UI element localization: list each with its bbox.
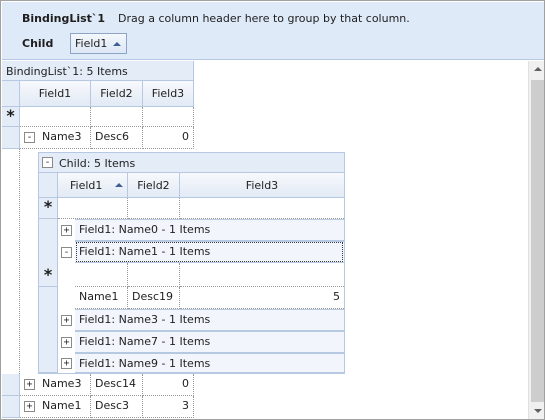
group-row-label: Field1: Name7 - 1 Items — [79, 335, 211, 348]
group-row-name0[interactable]: Field1: Name0 - 1 Items — [75, 219, 344, 241]
collapse-row-button[interactable]: - — [24, 132, 35, 143]
child-row-selector-column — [39, 219, 58, 373]
cell-text: 0 — [182, 377, 189, 390]
scrollbar-thumb[interactable] — [531, 80, 544, 402]
child-new-row-cell-field2[interactable] — [128, 198, 180, 219]
new-row-cell-field2[interactable] — [91, 107, 143, 127]
column-header-field1[interactable]: Field1 — [20, 81, 91, 107]
column-header-label: Field1 — [70, 179, 103, 192]
scroll-up-button[interactable] — [529, 61, 544, 78]
row-selector[interactable] — [2, 374, 20, 396]
scroll-down-button[interactable] — [529, 403, 544, 419]
column-header-field3[interactable]: Field3 — [143, 81, 194, 107]
table-row-cell-field3[interactable]: 5 — [180, 287, 344, 309]
column-header-label: Field3 — [151, 87, 185, 100]
group-new-row-cell-field1[interactable] — [75, 263, 128, 287]
group-new-row-cell-field2[interactable] — [128, 263, 180, 287]
collapse-group-button[interactable]: - — [61, 247, 72, 258]
group-row-name9[interactable]: Field1: Name9 - 1 Items — [75, 353, 344, 373]
child-header-row-selector — [39, 173, 58, 198]
group-new-row-indicator: * — [39, 263, 58, 287]
child-new-row-cell-field3[interactable] — [180, 198, 344, 219]
chevron-up-icon — [534, 67, 542, 71]
group-by-chip-label: Field1 — [75, 37, 108, 50]
group-row-label: Field1: Name9 - 1 Items — [79, 357, 211, 370]
data-grid[interactable]: BindingList`1: 5 Items Field1 Field2 Fie… — [2, 61, 528, 419]
table-row-cell-field3[interactable]: 0 — [143, 374, 194, 396]
header-row-selector — [2, 81, 20, 107]
column-header-label: Field2 — [100, 87, 133, 100]
sort-ascending-icon — [113, 42, 121, 46]
expand-group-button[interactable]: + — [61, 337, 72, 348]
child-column-header-field3[interactable]: Field3 — [180, 173, 344, 198]
group-by-area[interactable]: BindingList`1 Drag a column header here … — [2, 2, 544, 60]
child-new-row-indicator: * — [39, 198, 58, 219]
band-caption: BindingList`1: 5 Items — [2, 61, 194, 81]
cell-text: Name3 — [42, 377, 82, 390]
table-row-cell-field3[interactable]: 0 — [143, 127, 194, 149]
row-selector[interactable] — [2, 396, 20, 418]
child-band-caption-text: Child: 5 Items — [59, 157, 136, 170]
cell-text: Desc14 — [95, 377, 137, 390]
group-by-column-chip-field1[interactable]: Field1 — [70, 33, 127, 54]
column-header-label: Field1 — [38, 87, 72, 100]
group-new-row-cell-field3[interactable] — [180, 263, 344, 287]
group-by-child-label: Child — [22, 37, 54, 50]
table-row-cell-field2[interactable]: Desc14 — [91, 374, 143, 396]
group-row-label: Field1: Name1 - 1 Items — [79, 245, 211, 258]
column-header-label: Field3 — [245, 179, 279, 192]
child-band: - Child: 5 Items Field1 Field2 Field3 * … — [38, 152, 345, 374]
cell-text: Desc3 — [95, 399, 130, 412]
group-row-name1[interactable]: Field1: Name1 - 1 Items — [75, 241, 344, 263]
row-selector[interactable] — [2, 127, 20, 149]
child-column-header-field2[interactable]: Field2 — [128, 173, 180, 198]
table-row-cell-field2[interactable]: Desc19 — [128, 287, 180, 309]
child-new-row-cell-field1[interactable] — [58, 198, 128, 219]
chevron-down-icon — [534, 409, 542, 413]
column-header-label: Field2 — [137, 179, 170, 192]
group-row-label: Field1: Name3 - 1 Items — [79, 313, 211, 326]
table-row-cell-field3[interactable]: 3 — [143, 396, 194, 418]
sort-ascending-icon — [115, 183, 123, 187]
group-row-name7[interactable]: Field1: Name7 - 1 Items — [75, 331, 344, 353]
cell-text: 3 — [182, 399, 189, 412]
new-row-cell-field3[interactable] — [143, 107, 194, 127]
new-row-indicator: * — [2, 107, 20, 127]
expand-row-button[interactable]: + — [24, 379, 35, 390]
grid-window: BindingList`1 Drag a column header here … — [0, 0, 545, 420]
group-row-name3[interactable]: Field1: Name3 - 1 Items — [75, 309, 344, 331]
expand-group-button[interactable]: + — [61, 358, 72, 369]
column-header-field2[interactable]: Field2 — [91, 81, 143, 107]
cell-text: Desc19 — [132, 290, 174, 303]
new-row-cell-field1[interactable] — [20, 107, 91, 127]
expand-group-button[interactable]: + — [61, 315, 72, 326]
expand-row-button[interactable]: + — [24, 401, 35, 412]
band-caption-text: BindingList`1: 5 Items — [6, 65, 128, 78]
group-by-band-title: BindingList`1 — [22, 12, 106, 25]
expand-group-button[interactable]: + — [61, 225, 72, 236]
group-row-label: Field1: Name0 - 1 Items — [79, 223, 211, 236]
collapse-child-band-button[interactable]: - — [42, 157, 53, 168]
cell-text: Name1 — [79, 290, 119, 303]
tree-connector-line — [19, 149, 20, 374]
cell-text: Name3 — [42, 130, 82, 143]
vertical-scrollbar[interactable] — [528, 61, 544, 419]
cell-text: Desc6 — [95, 130, 130, 143]
child-column-header-field1[interactable]: Field1 — [58, 173, 128, 198]
cell-text: 0 — [182, 130, 189, 143]
table-row-cell-field2[interactable]: Desc3 — [91, 396, 143, 418]
child-band-caption: - Child: 5 Items — [39, 153, 344, 173]
group-by-hint: Drag a column header here to group by th… — [118, 12, 410, 25]
cell-text: 5 — [333, 290, 340, 303]
table-row-cell-field2[interactable]: Desc6 — [91, 127, 143, 149]
cell-text: Name1 — [42, 399, 82, 412]
table-row-cell-field1[interactable]: Name1 — [75, 287, 128, 309]
